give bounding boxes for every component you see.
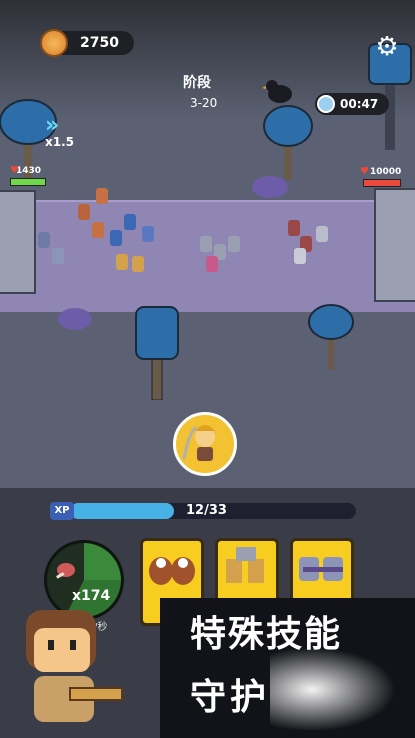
player-unit [52,248,64,264]
enemy-hp-label: 10000 [370,167,402,177]
xp-bar-fill [70,503,174,519]
player-unit [96,188,108,204]
eagle-rider-icon [149,557,195,585]
rock [252,176,288,198]
player-unit [92,222,104,238]
player-unit [124,214,136,230]
heart-icon: ♥ [360,166,369,177]
stage-label: 阶段 [183,75,211,91]
tree [308,304,354,370]
coin-icon [40,29,68,57]
tree [135,306,179,400]
xp-progress: 12/33 [186,503,227,518]
meat-count: x174 [72,588,111,604]
clock-icon [317,95,335,113]
player-unit [228,236,240,252]
meat-icon [56,563,75,579]
player-hp-label: 1430 [16,166,42,176]
settings-gear-icon[interactable]: ⚙ [370,30,404,64]
enemy-hp-bar [363,179,401,187]
speed-multiplier[interactable]: x1.5 [45,135,74,149]
timer-value: 00:47 [340,97,379,111]
enemy-unit [294,248,306,264]
stage-number: 3-20 [190,96,218,110]
player-unit [142,226,154,242]
xp-badge: XP [50,502,74,520]
hero-portrait-icon [182,425,215,461]
rock [58,308,92,330]
battlefield: 1430 ♥ 10000 ♥ 2750 ⚙ 阶段 3-20 00:47 » x1… [0,0,415,488]
hero-skill-button[interactable] [173,412,237,476]
tree [263,105,313,180]
gold-amount: 2750 [80,35,119,51]
mascot-warrior [26,610,123,722]
player-base [0,190,36,294]
player-unit [78,204,90,220]
player-unit [110,230,122,246]
gunner-squad-icon [299,557,343,581]
heart-icon: ♥ [10,165,19,176]
promo-title: 特殊技能 [190,614,343,655]
player-unit [206,256,218,272]
player-unit [200,236,212,252]
promo-subtitle: 守护 [190,677,271,718]
crow [262,80,292,103]
player-unit [38,232,50,248]
player-unit [116,254,128,270]
player-unit [132,256,144,272]
knight-squad-icon [226,547,264,583]
enemy-base [374,188,415,302]
player-hp-bar [10,178,46,186]
enemy-unit [288,220,300,236]
enemy-unit [316,226,328,242]
